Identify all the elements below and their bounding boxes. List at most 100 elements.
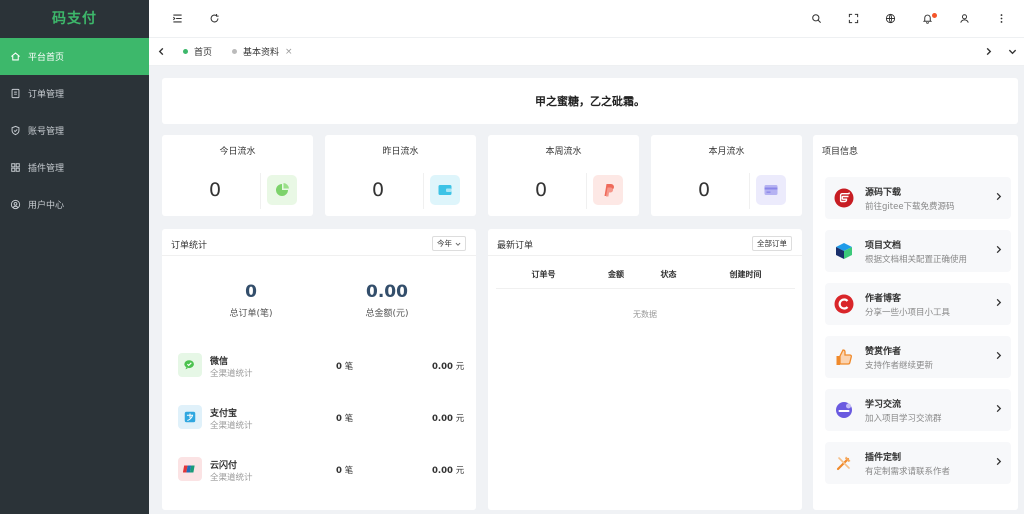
channel-row-unionpay: 云闪付 全渠道统计 0 笔 0.00 元 bbox=[178, 455, 478, 485]
tools-icon bbox=[833, 452, 855, 474]
project-item-desc: 有定制需求请联系作者 bbox=[865, 467, 951, 477]
menu-fold-icon[interactable] bbox=[171, 12, 184, 25]
card-icon bbox=[756, 175, 786, 205]
stat-title: 昨日流水 bbox=[382, 147, 419, 157]
chevron-right-icon bbox=[996, 245, 1002, 254]
amount-unit: 元 bbox=[455, 466, 465, 476]
channel-amount: 0.00 元 bbox=[432, 464, 464, 476]
tab-basic-info[interactable]: 基本资料 × bbox=[222, 38, 303, 66]
tab-label: 首页 bbox=[194, 48, 213, 58]
fullscreen-icon[interactable] bbox=[847, 12, 860, 25]
stat-value: 0 bbox=[698, 179, 711, 201]
wallet-icon bbox=[430, 175, 460, 205]
project-item-donate[interactable]: 赞赏作者 支持作者继续更新 bbox=[825, 336, 1011, 378]
chevron-right-icon bbox=[996, 351, 1002, 360]
project-item-name: 源码下载 bbox=[865, 188, 902, 198]
channel-name: 微信 bbox=[210, 357, 229, 367]
paypal-icon bbox=[593, 175, 623, 205]
count-unit: 笔 bbox=[344, 414, 354, 424]
sidebar-item-plugins[interactable]: 插件管理 bbox=[0, 149, 149, 186]
panel-title: 订单统计 bbox=[171, 241, 208, 251]
tab-scroll-left-icon[interactable] bbox=[149, 38, 173, 66]
bell-icon[interactable] bbox=[921, 12, 937, 25]
channel-count: 0 笔 bbox=[336, 360, 353, 372]
project-item-name: 作者博客 bbox=[865, 294, 902, 304]
channel-name: 云闪付 bbox=[210, 461, 238, 471]
chevron-right-icon bbox=[996, 192, 1002, 201]
blog-icon bbox=[833, 293, 855, 315]
sidebar: 码支付 平台首页 订单管理 账号管理 插件管理 用户中心 bbox=[0, 0, 149, 514]
sidebar-item-label: 账号管理 bbox=[28, 127, 65, 137]
project-item-desc: 支持作者继续更新 bbox=[865, 361, 934, 371]
project-item-community[interactable]: 学习交流 加入项目学习交流群 bbox=[825, 389, 1011, 431]
count-unit: 笔 bbox=[344, 362, 354, 372]
tab-label: 基本资料 bbox=[243, 48, 280, 58]
channel-row-alipay: 支付宝 全渠道统计 0 笔 0.00 元 bbox=[178, 403, 478, 433]
chevron-down-icon bbox=[455, 242, 461, 246]
latest-orders-panel: 最新订单 全部订单 订单号 金额 状态 创建时间 无数据 bbox=[488, 229, 802, 510]
project-item-docs[interactable]: 项目文档 根据文档相关配置正确使用 bbox=[825, 230, 1011, 272]
project-item-desc: 根据文档相关配置正确使用 bbox=[865, 255, 968, 265]
search-icon[interactable] bbox=[810, 12, 823, 25]
grid-icon bbox=[11, 163, 20, 172]
all-orders-button[interactable]: 全部订单 bbox=[752, 236, 792, 251]
tab-bar: 首页 基本资料 × bbox=[149, 38, 1024, 66]
project-item-desc: 前往gitee下载免费源码 bbox=[865, 202, 955, 212]
project-item-custom-plugin[interactable]: 插件定制 有定制需求请联系作者 bbox=[825, 442, 1011, 484]
unionpay-icon bbox=[178, 457, 202, 481]
order-stats-panel: 订单统计 今年 0 总订单(笔) 0.00 总金额(元) 微信 全渠道统计 0 … bbox=[162, 229, 476, 510]
chevron-down-icon[interactable] bbox=[1000, 38, 1024, 66]
sidebar-item-accounts[interactable]: 账号管理 bbox=[0, 112, 149, 149]
column-header[interactable]: 创建时间 bbox=[696, 269, 795, 288]
app-logo[interactable]: 码支付 bbox=[0, 0, 149, 38]
sidebar-item-label: 插件管理 bbox=[28, 164, 65, 174]
globe-icon[interactable] bbox=[884, 12, 897, 25]
amount-value: 0.00 bbox=[432, 362, 453, 372]
channel-count: 0 笔 bbox=[336, 412, 353, 424]
sidebar-item-orders[interactable]: 订单管理 bbox=[0, 75, 149, 112]
project-item-source[interactable]: 源码下载 前往gitee下载免费源码 bbox=[825, 177, 1011, 219]
shield-icon bbox=[11, 125, 20, 136]
project-item-name: 项目文档 bbox=[865, 241, 902, 251]
quote-text: 甲之蜜糖，乙之砒霜。 bbox=[535, 95, 645, 108]
channel-sub: 全渠道统计 bbox=[210, 421, 253, 431]
total-amount-label: 总金额(元) bbox=[365, 309, 409, 319]
sidebar-item-label: 平台首页 bbox=[28, 53, 65, 63]
order-icon bbox=[11, 88, 20, 99]
refresh-icon[interactable] bbox=[208, 12, 221, 25]
home-icon bbox=[11, 52, 20, 61]
project-info-panel: 项目信息 源码下载 前往gitee下载免费源码 项目文档 根据文档相关配置正确使… bbox=[813, 135, 1018, 510]
divider bbox=[423, 173, 424, 209]
stat-value: 0 bbox=[372, 179, 385, 201]
channel-sub: 全渠道统计 bbox=[210, 369, 253, 379]
tab-home[interactable]: 首页 bbox=[173, 38, 222, 66]
count-value: 0 bbox=[336, 414, 342, 424]
project-item-name: 学习交流 bbox=[865, 400, 902, 410]
user-icon[interactable] bbox=[958, 12, 971, 25]
column-header[interactable]: 金额 bbox=[591, 269, 641, 288]
close-icon[interactable]: × bbox=[285, 47, 293, 57]
column-header[interactable]: 状态 bbox=[641, 269, 696, 288]
sidebar-item-label: 用户中心 bbox=[28, 201, 65, 211]
sidebar-item-home[interactable]: 平台首页 bbox=[0, 38, 149, 75]
channel-amount: 0.00 元 bbox=[432, 412, 464, 424]
tab-active-dot bbox=[183, 49, 188, 54]
chevron-right-icon bbox=[996, 404, 1002, 413]
stat-card-week: 本周流水 0 bbox=[488, 135, 639, 216]
chat-icon bbox=[833, 399, 855, 421]
channel-amount: 0.00 元 bbox=[432, 360, 464, 372]
sidebar-item-user-center[interactable]: 用户中心 bbox=[0, 186, 149, 223]
project-item-desc: 加入项目学习交流群 bbox=[865, 414, 942, 424]
period-select[interactable]: 今年 bbox=[432, 236, 466, 251]
tab-scroll-right-icon[interactable] bbox=[976, 38, 1000, 66]
doc-cube-icon bbox=[833, 240, 855, 262]
stat-title: 本月流水 bbox=[708, 147, 745, 157]
more-icon[interactable] bbox=[995, 12, 1008, 25]
column-header[interactable]: 订单号 bbox=[496, 269, 591, 288]
project-item-blog[interactable]: 作者博客 分享一些小项目小工具 bbox=[825, 283, 1011, 325]
user-circle-icon bbox=[10, 199, 21, 210]
amount-value: 0.00 bbox=[432, 466, 453, 476]
channel-sub: 全渠道统计 bbox=[210, 473, 253, 483]
top-header bbox=[149, 0, 1024, 38]
pie-chart-icon bbox=[267, 175, 297, 205]
